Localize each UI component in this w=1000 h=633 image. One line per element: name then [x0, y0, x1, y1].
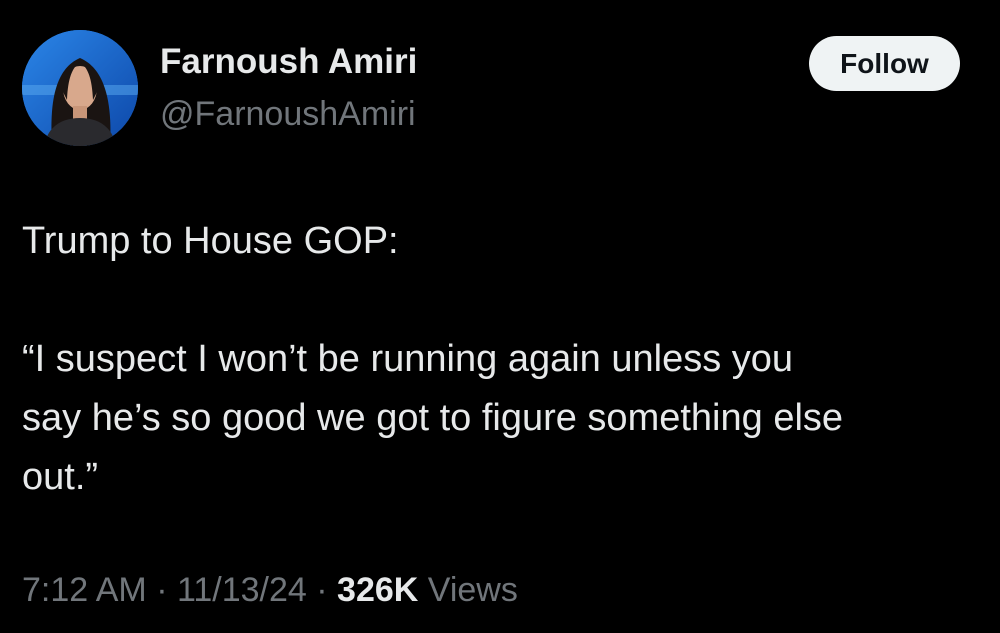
tweet-text-line: Trump to House GOP: [22, 220, 399, 262]
avatar-image [22, 30, 138, 146]
author-handle[interactable]: @FarnoushAmiri [160, 92, 416, 136]
tweet-card: Farnoush Amiri @FarnoushAmiri Follow Tru… [0, 0, 1000, 633]
tweet-text: Trump to House GOP: “I suspect I won’t b… [22, 212, 982, 507]
author-display-name[interactable]: Farnoush Amiri [160, 40, 417, 84]
views-label[interactable]: Views [428, 571, 518, 609]
meta-separator: · [156, 571, 168, 609]
meta-separator: · [316, 571, 328, 609]
tweet-quote-line: “I suspect I won’t be running again unle… [22, 338, 794, 380]
tweet-quote-line: say he’s so good we got to figure someth… [22, 397, 844, 439]
views-count[interactable]: 326K [337, 571, 418, 609]
tweet-quote-line: out.” [22, 456, 99, 498]
follow-button[interactable]: Follow [809, 36, 960, 91]
tweet-meta: 7:12 AM · 11/13/24 · 326K Views [22, 568, 518, 612]
avatar[interactable] [22, 30, 138, 146]
tweet-time[interactable]: 7:12 AM [22, 571, 147, 609]
tweet-date[interactable]: 11/13/24 [177, 571, 307, 609]
